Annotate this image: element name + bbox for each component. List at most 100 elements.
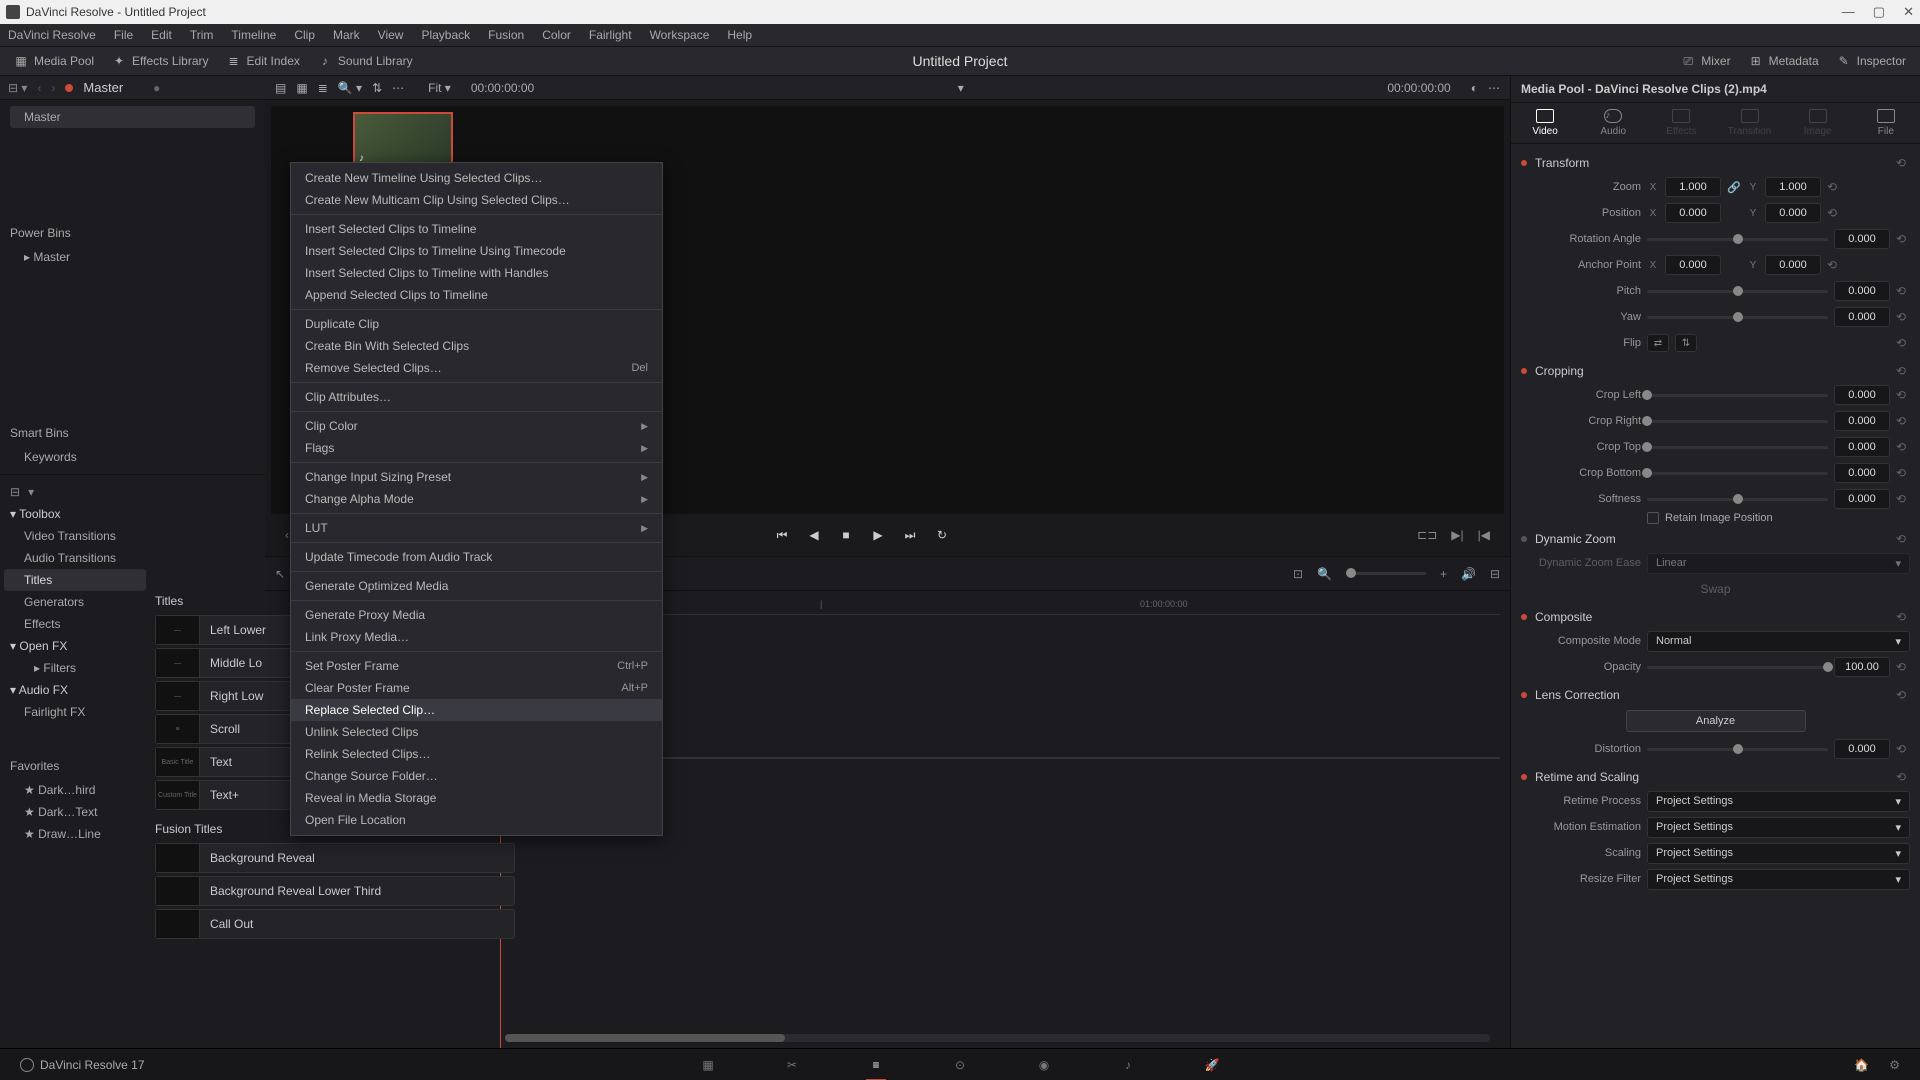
crop-top-input[interactable]: 0.000 — [1834, 437, 1890, 457]
pitch-input[interactable]: 0.000 — [1834, 281, 1890, 301]
reset-icon[interactable]: ⟲ — [1896, 414, 1910, 428]
reset-icon[interactable]: ⟲ — [1827, 180, 1841, 194]
crop-left-input[interactable]: 0.000 — [1834, 385, 1890, 405]
nav-back-icon[interactable]: ‹ — [37, 81, 41, 95]
eff-panel-drop-icon[interactable]: ▾ — [28, 485, 34, 499]
crop-right-input[interactable]: 0.000 — [1834, 411, 1890, 431]
inspector-tab-file[interactable]: File — [1858, 109, 1914, 137]
eff-effects[interactable]: Effects — [4, 613, 146, 635]
context-menu-item[interactable]: Insert Selected Clips to Timeline with H… — [291, 262, 662, 284]
opacity-slider[interactable] — [1647, 666, 1828, 669]
reset-icon[interactable]: ⟲ — [1896, 336, 1910, 350]
reset-icon[interactable]: ⟲ — [1896, 610, 1910, 624]
context-menu-item[interactable]: Flags▶ — [291, 437, 662, 459]
context-menu-item[interactable]: Change Input Sizing Preset▶ — [291, 466, 662, 488]
tl-options-icon[interactable]: ⊟ — [1490, 567, 1500, 581]
context-menu-item[interactable]: Generate Proxy Media — [291, 604, 662, 626]
viewer-more-icon[interactable]: ⋯ — [1488, 81, 1500, 95]
reset-icon[interactable]: ⟲ — [1896, 492, 1910, 506]
retime-header[interactable]: Retime and Scaling⟲ — [1521, 766, 1910, 788]
reset-icon[interactable]: ⟲ — [1896, 310, 1910, 324]
eff-fairlight[interactable]: Fairlight FX — [4, 701, 146, 723]
context-menu-item[interactable]: Insert Selected Clips to Timeline Using … — [291, 240, 662, 262]
crop-left-slider[interactable] — [1647, 394, 1828, 397]
context-menu-item[interactable]: Insert Selected Clips to Timeline — [291, 218, 662, 240]
context-menu-item[interactable]: Create Bin With Selected Clips — [291, 335, 662, 357]
menu-view[interactable]: View — [378, 28, 404, 42]
toolbox-header[interactable]: ▾ Toolbox — [4, 503, 146, 525]
reset-icon[interactable]: ⟲ — [1896, 466, 1910, 480]
first-frame-button[interactable]: ⏮ — [773, 526, 791, 544]
reset-icon[interactable]: ⟲ — [1896, 388, 1910, 402]
crop-bottom-input[interactable]: 0.000 — [1834, 463, 1890, 483]
context-menu-item[interactable]: Open File Location — [291, 809, 662, 831]
context-menu-item[interactable]: Generate Optimized Media — [291, 575, 662, 597]
tl-zoom-slider[interactable] — [1346, 572, 1426, 575]
rotation-slider[interactable] — [1647, 238, 1828, 241]
context-menu-item[interactable]: LUT▶ — [291, 517, 662, 539]
bypass-icon[interactable]: ◐ — [1471, 81, 1478, 95]
audiofx-header[interactable]: ▾ Audio FX — [4, 679, 146, 701]
context-menu-item[interactable]: Clip Color▶ — [291, 415, 662, 437]
home-icon[interactable]: 🏠 — [1854, 1058, 1869, 1072]
context-menu-item[interactable]: Replace Selected Clip… — [291, 699, 662, 721]
fusion-titles-category[interactable]: Fusion Titles — [155, 822, 222, 836]
fav-item[interactable]: ★ Dark…Text — [4, 801, 146, 823]
page-cut[interactable]: ✂ — [780, 1055, 804, 1075]
distortion-input[interactable]: 0.000 — [1834, 739, 1890, 759]
eff-filters[interactable]: ▸ Filters — [4, 657, 146, 679]
nav-fwd-icon[interactable]: › — [51, 81, 55, 95]
eff-video-transitions[interactable]: Video Transitions — [4, 525, 146, 547]
context-menu-item[interactable]: Duplicate Clip — [291, 313, 662, 335]
distortion-slider[interactable] — [1647, 748, 1828, 751]
tl-zoom-out-icon[interactable]: 🔍 — [1317, 567, 1332, 581]
bin-master[interactable]: Master — [10, 106, 255, 128]
search-icon[interactable]: 🔍 ▾ — [338, 81, 362, 95]
view-metadata-icon[interactable]: ▤ — [275, 81, 286, 95]
crop-top-slider[interactable] — [1647, 446, 1828, 449]
overwrite-icon[interactable]: ▶| — [1451, 528, 1463, 542]
menu-timeline[interactable]: Timeline — [231, 28, 276, 42]
inspector-toggle[interactable]: ✎Inspector — [1837, 54, 1906, 68]
menu-mark[interactable]: Mark — [333, 28, 360, 42]
inspector-tab-audio[interactable]: ♪Audio — [1585, 109, 1641, 137]
loop-button[interactable]: ↻ — [933, 526, 951, 544]
master-bin-label[interactable]: Master — [83, 80, 123, 95]
flip-h-button[interactable]: ⇄ — [1647, 334, 1669, 352]
crop-bottom-slider[interactable] — [1647, 472, 1828, 475]
zoom-y-input[interactable]: 1.000 — [1765, 177, 1821, 197]
reset-icon[interactable]: ⟲ — [1827, 206, 1841, 220]
resize-filter-dropdown[interactable]: Project Settings▾ — [1647, 869, 1910, 890]
fusion-title-item[interactable]: Background Reveal Lower Third — [155, 876, 515, 906]
replace-icon[interactable]: |◀ — [1478, 528, 1490, 542]
context-menu-item[interactable]: Create New Timeline Using Selected Clips… — [291, 167, 662, 189]
context-menu-item[interactable]: Clear Poster FrameAlt+P — [291, 677, 662, 699]
titles-category[interactable]: Titles — [155, 594, 183, 608]
menu-fairlight[interactable]: Fairlight — [589, 28, 632, 42]
context-menu-item[interactable]: Unlink Selected Clips — [291, 721, 662, 743]
yaw-input[interactable]: 0.000 — [1834, 307, 1890, 327]
fusion-title-item[interactable]: Background Reveal — [155, 843, 515, 873]
crop-right-slider[interactable] — [1647, 420, 1828, 423]
inspector-tab-video[interactable]: Video — [1517, 109, 1573, 137]
play-reverse-button[interactable]: ◀ — [805, 526, 823, 544]
pos-x-input[interactable]: 0.000 — [1665, 203, 1721, 223]
tl-zoom-fit-icon[interactable]: ⊡ — [1293, 567, 1303, 581]
context-menu-item[interactable]: Append Selected Clips to Timeline — [291, 284, 662, 306]
softness-slider[interactable] — [1647, 498, 1828, 501]
menu-color[interactable]: Color — [542, 28, 571, 42]
media-pool-toggle[interactable]: ▦Media Pool — [14, 54, 94, 68]
context-menu-item[interactable]: Reveal in Media Storage — [291, 787, 662, 809]
link-icon[interactable]: 🔗 — [1727, 181, 1741, 194]
sound-library-toggle[interactable]: ♪Sound Library — [318, 54, 413, 68]
retime-process-dropdown[interactable]: Project Settings▾ — [1647, 791, 1910, 812]
opacity-input[interactable]: 100.00 — [1834, 657, 1890, 677]
clip-thumbnail[interactable] — [353, 112, 453, 168]
zoom-x-input[interactable]: 1.000 — [1665, 177, 1721, 197]
reset-icon[interactable]: ⟲ — [1827, 258, 1841, 272]
maximize-button[interactable]: ▢ — [1873, 4, 1885, 20]
play-button[interactable]: ▶ — [869, 526, 887, 544]
smart-bin-keywords[interactable]: Keywords — [10, 446, 255, 468]
openfx-header[interactable]: ▾ Open FX — [4, 635, 146, 657]
scaling-dropdown[interactable]: Project Settings▾ — [1647, 843, 1910, 864]
